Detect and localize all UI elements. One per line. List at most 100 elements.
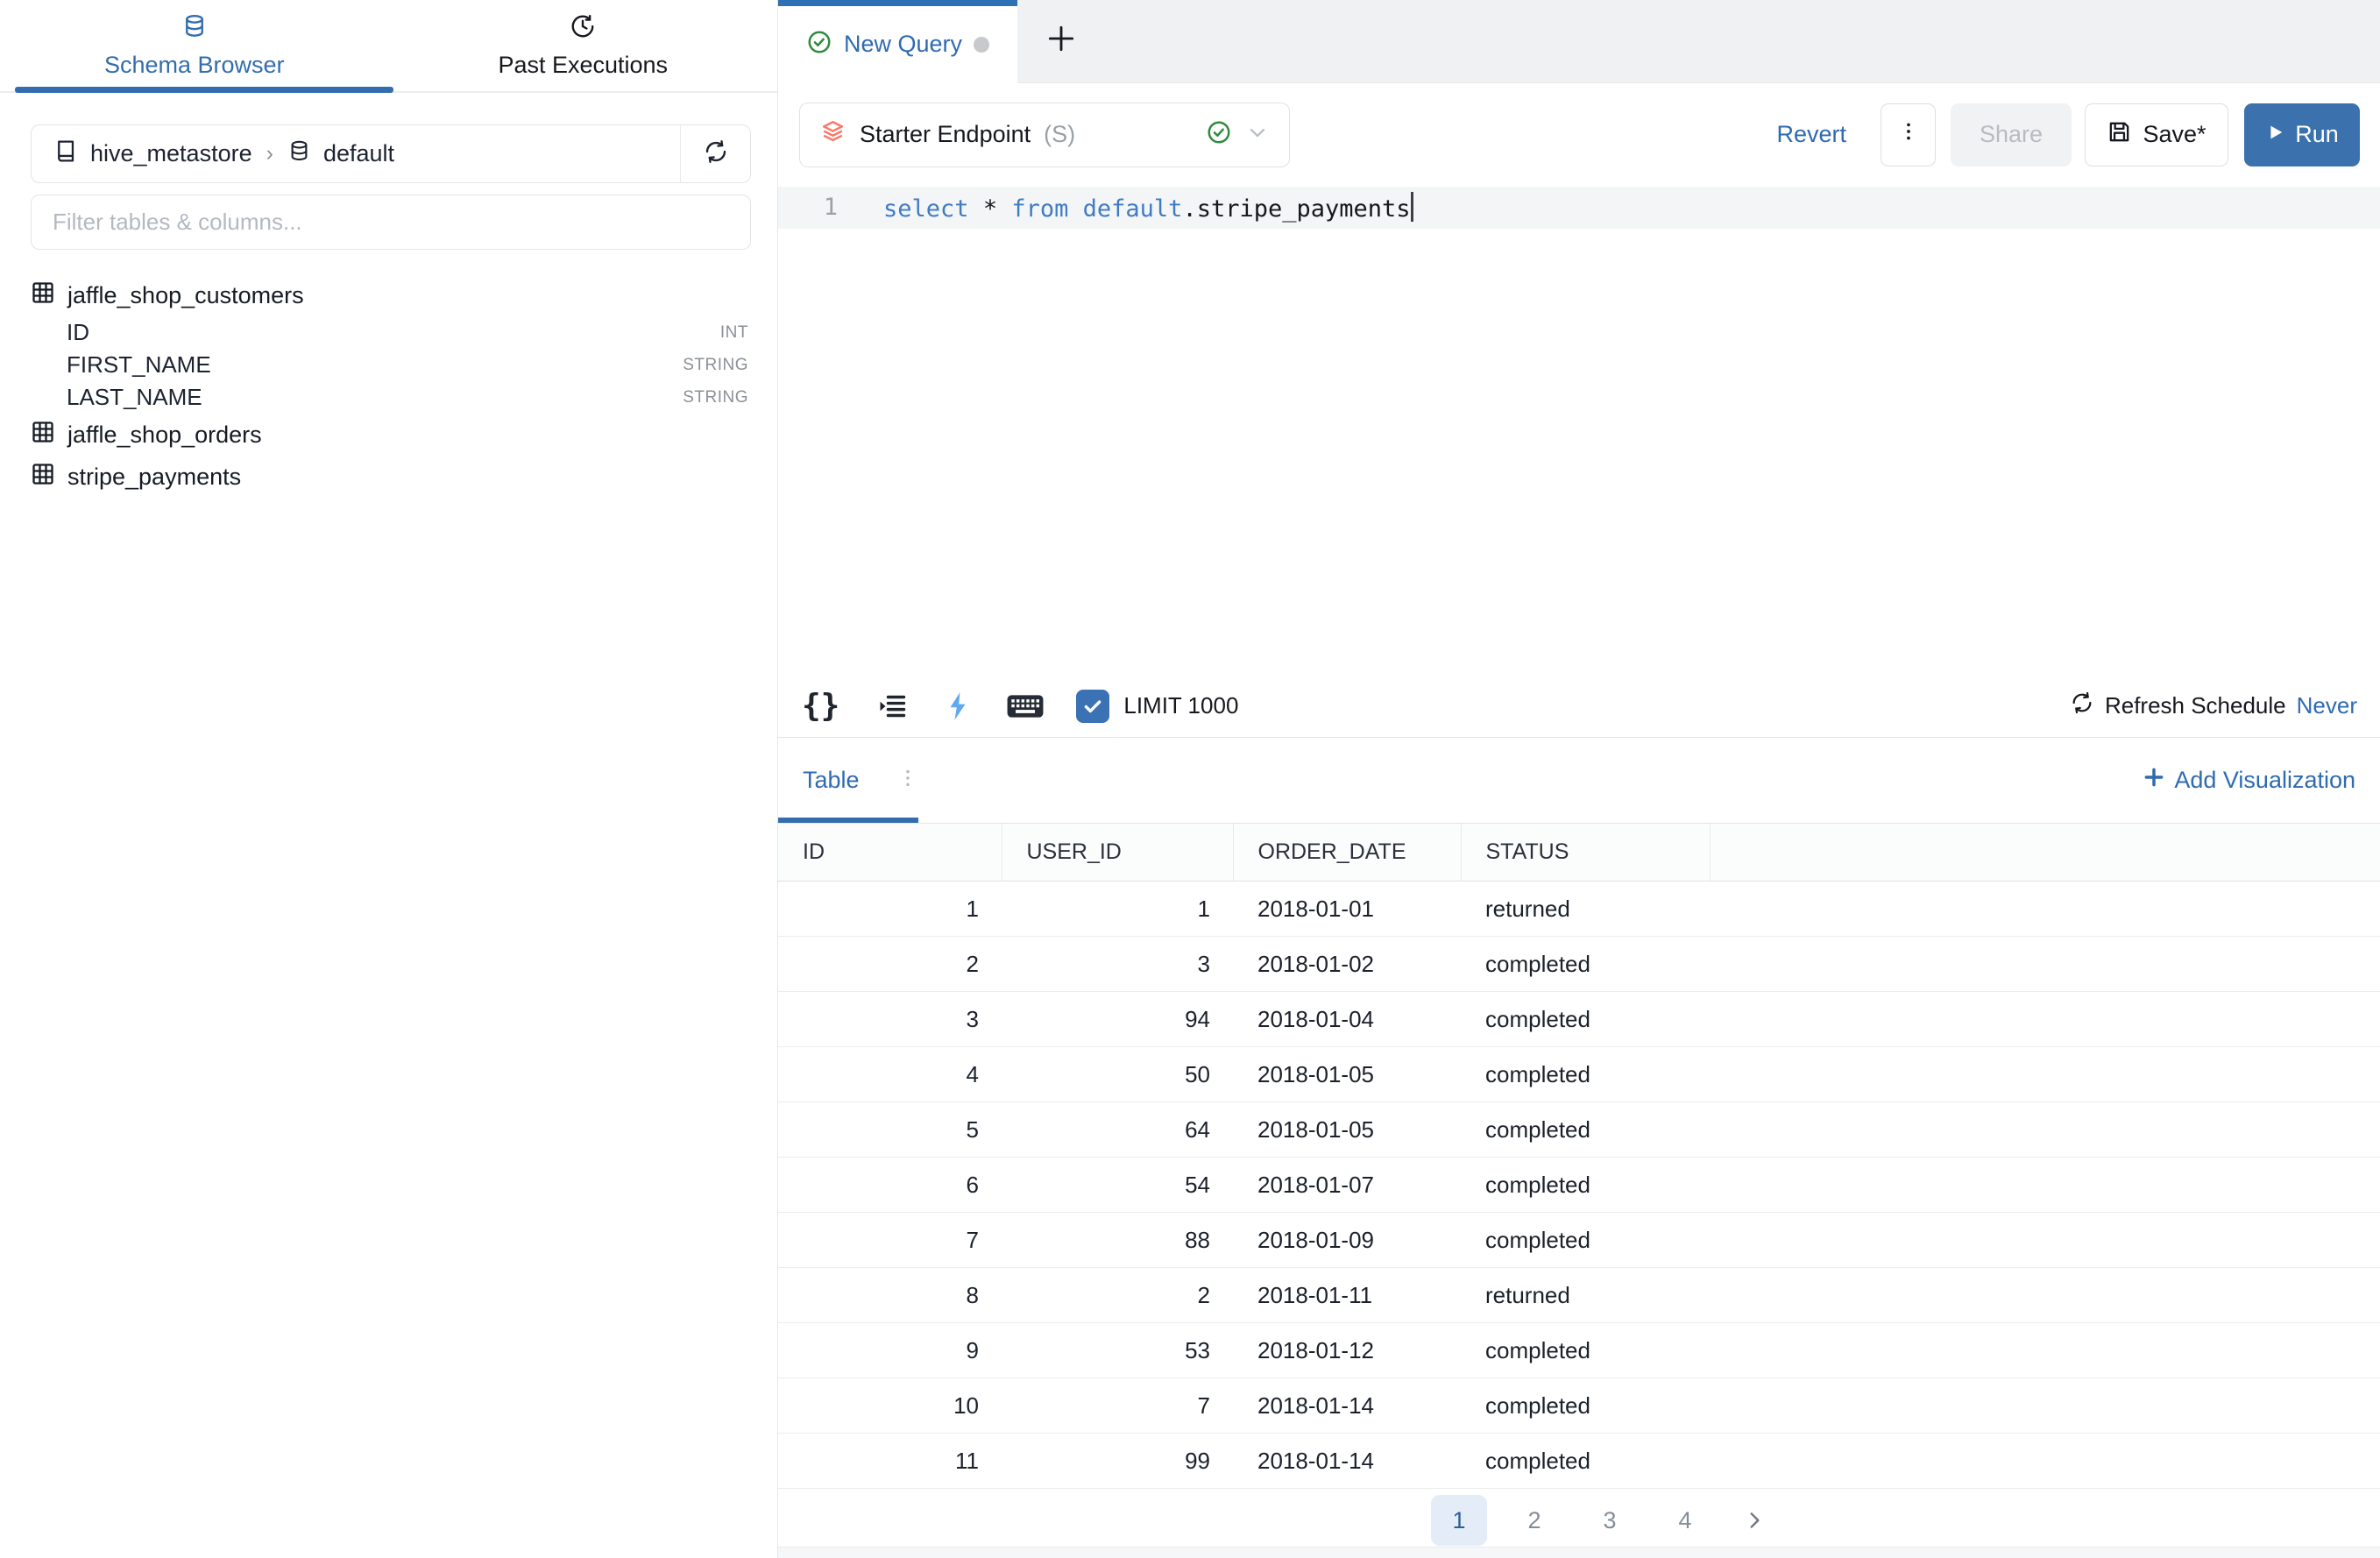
page-button-2[interactable]: 2	[1506, 1495, 1562, 1546]
keyboard-icon[interactable]	[1006, 690, 1045, 722]
results-header: Table Add Visualization	[778, 738, 2380, 823]
table-cell	[1710, 1268, 2380, 1323]
breadcrumb-schema[interactable]: default	[323, 140, 394, 167]
action-buttons: Revert Share Save* Run	[1776, 103, 2360, 166]
column-type: STRING	[683, 388, 748, 407]
table-cell: 2018-01-07	[1233, 1158, 1461, 1213]
page-button-3[interactable]: 3	[1582, 1495, 1638, 1546]
active-tab-indicator	[15, 87, 393, 93]
run-button-label: Run	[2295, 121, 2339, 148]
column-header[interactable]: ORDER_DATE	[1233, 824, 1461, 882]
sql-editor[interactable]: 1 select * from default.stripe_payments	[778, 187, 2380, 675]
refresh-schema-button[interactable]	[680, 125, 750, 182]
tree-column-item[interactable]: FIRST_NAME STRING	[0, 349, 777, 381]
query-controls: Starter Endpoint (S) Revert Share	[778, 103, 2380, 167]
column-name: LAST_NAME	[67, 384, 202, 411]
refresh-schedule: Refresh Schedule Never	[2070, 690, 2357, 721]
app-root: Schema Browser Past Executions hive_meta…	[0, 0, 2380, 1558]
column-header[interactable]: ID	[778, 824, 1002, 882]
results-table-header-row: IDUSER_IDORDER_DATESTATUS	[778, 824, 2380, 882]
table-cell: 3	[778, 992, 1002, 1047]
chevron-down-icon	[1245, 120, 1270, 149]
table-icon	[31, 280, 55, 311]
table-cell: completed	[1461, 1378, 1710, 1434]
sidebar-tab-label: Schema Browser	[104, 52, 285, 79]
editor-tab-bar: New Query	[778, 0, 2380, 83]
table-icon	[31, 462, 55, 492]
table-cell: 2018-01-12	[1233, 1323, 1461, 1378]
revert-button[interactable]: Revert	[1776, 121, 1846, 148]
table-name: stripe_payments	[67, 464, 241, 491]
column-type: INT	[720, 323, 748, 343]
refresh-schedule-icon	[2070, 690, 2094, 721]
table-row: 7882018-01-09completed	[778, 1213, 2380, 1268]
table-cell: 10	[778, 1378, 1002, 1434]
editor-toolbar: {} LIMIT 1000 Refresh Schedule Never	[778, 675, 2380, 738]
share-button[interactable]: Share	[1951, 103, 2072, 166]
breadcrumb[interactable]: hive_metastore › default	[32, 125, 680, 182]
table-cell: 50	[1002, 1047, 1233, 1102]
add-visualization-button[interactable]: Add Visualization	[2143, 766, 2355, 795]
table-cell	[1710, 1158, 2380, 1213]
next-page-button[interactable]	[1732, 1495, 1776, 1546]
filter-input[interactable]	[32, 209, 750, 236]
tree-table-item[interactable]: jaffle_shop_customers	[0, 274, 777, 316]
refresh-schedule-value[interactable]: Never	[2297, 692, 2357, 719]
column-type: STRING	[683, 356, 748, 375]
endpoint-name: Starter Endpoint	[860, 121, 1031, 148]
sql-code: select * from default.stripe_payments	[838, 192, 1413, 223]
page-button-4[interactable]: 4	[1657, 1495, 1713, 1546]
sidebar: Schema Browser Past Executions hive_meta…	[0, 0, 778, 1558]
tab-table-visualization[interactable]: Table	[803, 767, 860, 794]
page-button-1[interactable]: 1	[1431, 1495, 1487, 1546]
history-icon	[570, 13, 596, 44]
column-header[interactable]	[1710, 824, 2380, 882]
table-cell: completed	[1461, 1102, 1710, 1158]
tree-table-item[interactable]: jaffle_shop_orders	[0, 414, 777, 456]
catalog-icon	[53, 138, 78, 170]
tab-past-executions[interactable]: Past Executions	[389, 0, 778, 91]
save-button[interactable]: Save*	[2085, 103, 2228, 166]
more-actions-button[interactable]	[1881, 103, 1936, 166]
table-cell: 3	[1002, 937, 1233, 992]
limit-checkbox[interactable]	[1076, 690, 1109, 723]
plus-icon	[1045, 22, 1078, 60]
table-cell: returned	[1461, 882, 1710, 937]
tree-table-item[interactable]: stripe_payments	[0, 456, 777, 498]
table-cell: 8	[778, 1268, 1002, 1323]
new-tab-button[interactable]	[1017, 0, 1105, 82]
column-name: FIRST_NAME	[67, 351, 211, 379]
column-header[interactable]: USER_ID	[1002, 824, 1233, 882]
text-cursor	[1411, 192, 1413, 222]
braces-icon[interactable]: {}	[802, 688, 839, 724]
table-cell: 2018-01-05	[1233, 1102, 1461, 1158]
table-cell: 1	[778, 882, 1002, 937]
table-row: 11992018-01-14completed	[778, 1434, 2380, 1489]
tree-column-item[interactable]: LAST_NAME STRING	[0, 381, 777, 414]
table-cell: completed	[1461, 1158, 1710, 1213]
tab-new-query[interactable]: New Query	[778, 0, 1017, 83]
table-cell: 88	[1002, 1213, 1233, 1268]
table-cell: 2018-01-02	[1233, 937, 1461, 992]
table-cell: 2018-01-04	[1233, 992, 1461, 1047]
run-button[interactable]: Run	[2244, 103, 2360, 166]
table-cell: 2018-01-14	[1233, 1378, 1461, 1434]
table-cell	[1710, 1378, 2380, 1434]
endpoint-selector[interactable]: Starter Endpoint (S)	[799, 103, 1290, 167]
table-cell	[1710, 1434, 2380, 1489]
table-name: jaffle_shop_orders	[67, 421, 262, 449]
table-cell: 1	[1002, 882, 1233, 937]
breadcrumb-catalog[interactable]: hive_metastore	[90, 140, 252, 167]
column-header[interactable]: STATUS	[1461, 824, 1710, 882]
lightning-icon[interactable]	[945, 691, 971, 721]
schema-icon	[287, 139, 311, 169]
format-indent-icon[interactable]	[876, 690, 908, 722]
tree-column-item[interactable]: IDINT	[0, 316, 777, 349]
table-cell: 2	[1002, 1268, 1233, 1323]
table-cell	[1710, 1323, 2380, 1378]
table-cell: 99	[1002, 1434, 1233, 1489]
tab-schema-browser[interactable]: Schema Browser	[0, 0, 389, 91]
table-cell: 9	[778, 1323, 1002, 1378]
visualization-kebab-icon[interactable]	[898, 768, 917, 792]
table-cell	[1710, 1047, 2380, 1102]
